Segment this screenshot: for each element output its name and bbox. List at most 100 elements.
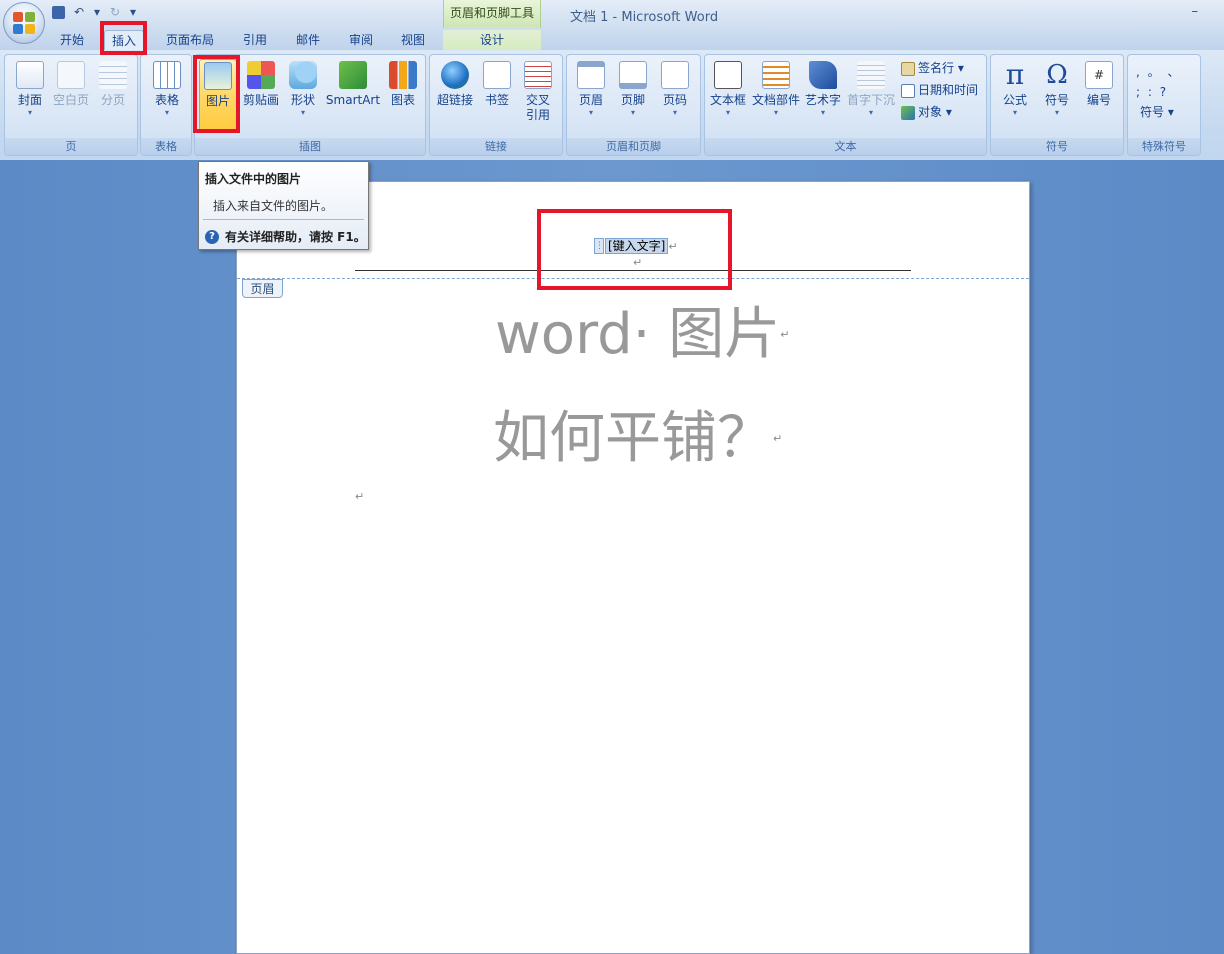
group-symbols: π 公式 ▾ Ω 符号 ▾ # 编号 符号 <box>990 54 1124 156</box>
wordart-label: 艺术字 <box>804 93 841 107</box>
wordart-icon <box>809 61 837 89</box>
quick-parts-label: 文档部件 <box>751 93 800 107</box>
hyperlink-button[interactable]: 超链接 <box>432 59 478 133</box>
tooltip-description: 插入来自文件的图片。 <box>213 199 334 213</box>
table-button[interactable]: 表格 ▾ <box>147 59 187 133</box>
ribbon-tabs: 开始 插入 页面布局 引用 邮件 审阅 视图 设计 <box>0 28 1224 50</box>
object-label: 对象 ▾ <box>918 105 952 119</box>
document-page[interactable]: ⋮ [键入文字] ↵ ↵ 页眉 word· 图片↵ 如何平铺？↵ ↵ <box>236 181 1030 954</box>
symbol-label: 符号 <box>1044 93 1069 107</box>
context-tool-label: 页眉和页脚工具 <box>449 6 534 20</box>
quick-access-toolbar: ↶ ▾ ↻ ▾ <box>52 4 137 20</box>
hyperlink-label: 超链接 <box>436 93 473 107</box>
clipart-button[interactable]: 剪贴画 <box>241 59 281 133</box>
ribbon: 封面 ▾ 空白页 分页 页 表格 ▾ 表格 图片 剪贴画 形状 ▾ SmartA… <box>0 50 1224 160</box>
tab-review[interactable]: 审阅 <box>341 30 381 50</box>
object-button[interactable]: 对象 ▾ <box>901 103 952 121</box>
page-break-button[interactable]: 分页 <box>93 59 133 133</box>
special-symbols-row-2[interactable]: ; : ? <box>1136 83 1168 101</box>
calendar-icon <box>901 83 915 98</box>
tab-design[interactable]: 设计 <box>443 30 541 50</box>
group-header-footer: 页眉 ▾ 页脚 ▾ 页码 ▾ 页眉和页脚 <box>566 54 701 156</box>
page-break-label: 分页 <box>100 93 125 107</box>
chevron-down-icon: ▾ <box>27 108 32 117</box>
number-sign-icon: # <box>1085 61 1113 89</box>
symbol-button[interactable]: Ω 符号 ▾ <box>1037 59 1077 133</box>
text-box-button[interactable]: 文本框 ▾ <box>707 59 749 133</box>
tab-mailings[interactable]: 邮件 <box>288 30 328 50</box>
date-time-button[interactable]: 日期和时间 <box>901 81 978 99</box>
title-line-2-text: 如何平铺？ <box>493 406 773 471</box>
header-label: 页眉 <box>578 93 603 107</box>
group-page: 封面 ▾ 空白页 分页 页 <box>4 54 138 156</box>
footer-button[interactable]: 页脚 ▾ <box>613 59 653 133</box>
tooltip-divider <box>203 219 364 220</box>
omega-icon: Ω <box>1046 60 1068 90</box>
blank-page-label: 空白页 <box>52 93 89 107</box>
object-icon <box>901 105 915 120</box>
highlight-picture-button <box>193 55 240 133</box>
clipart-label: 剪贴画 <box>242 93 279 107</box>
equation-button[interactable]: π 公式 ▾ <box>995 59 1035 133</box>
group-label-links: 链接 <box>430 138 562 155</box>
save-icon[interactable] <box>52 5 65 19</box>
globe-icon <box>441 61 469 89</box>
title-line-1[interactable]: word· 图片↵ <box>495 300 789 370</box>
special-symbols-row-1[interactable]: , 。 、 <box>1136 63 1181 81</box>
page-break-icon <box>99 61 127 89</box>
tab-view[interactable]: 视图 <box>393 30 433 50</box>
cross-reference-label-2: 引用 <box>525 108 550 122</box>
tab-references[interactable]: 引用 <box>235 30 275 50</box>
tooltip-title: 插入文件中的图片 <box>205 172 302 186</box>
redo-icon[interactable]: ↻ <box>107 4 123 20</box>
text-box-icon <box>714 61 742 89</box>
chevron-down-icon: ▾ <box>820 108 825 117</box>
chevron-down-icon: ▾ <box>1012 108 1017 117</box>
shapes-button[interactable]: 形状 ▾ <box>285 59 321 133</box>
chevron-down-icon: ▾ <box>588 108 593 117</box>
title-bar: ↶ ▾ ↻ ▾ 页眉和页脚工具 文档 1 - Microsoft Word – <box>0 0 1224 44</box>
undo-dropdown-icon[interactable]: ▾ <box>93 4 101 20</box>
undo-icon[interactable]: ↶ <box>71 4 87 20</box>
page-number-button[interactable]: 页码 ▾ <box>655 59 695 133</box>
blank-page-icon <box>57 61 85 89</box>
chevron-down-icon: ▾ <box>868 108 873 117</box>
date-time-label: 日期和时间 <box>918 83 979 97</box>
help-icon: ? <box>205 229 219 244</box>
window-title: 文档 1 - Microsoft Word <box>570 10 719 25</box>
clipart-icon <box>247 61 275 89</box>
group-table: 表格 ▾ 表格 <box>140 54 192 156</box>
chart-button[interactable]: 图表 <box>385 59 421 133</box>
group-label-illustrations: 插图 <box>195 138 425 155</box>
customize-qat-icon[interactable]: ▾ <box>129 4 137 20</box>
bookmark-label: 书签 <box>484 93 509 107</box>
office-button[interactable] <box>3 2 45 44</box>
bookmark-icon <box>483 61 511 89</box>
cover-page-label: 封面 <box>17 93 42 107</box>
header-button[interactable]: 页眉 ▾ <box>571 59 611 133</box>
numbering-button[interactable]: # 编号 <box>1079 59 1119 133</box>
blank-page-button[interactable]: 空白页 <box>51 59 91 133</box>
tab-page-layout[interactable]: 页面布局 <box>158 30 222 50</box>
title-line-2[interactable]: 如何平铺？↵ <box>493 404 782 474</box>
header-icon <box>577 61 605 89</box>
pi-icon: π <box>1005 58 1025 91</box>
chevron-down-icon: ▾ <box>773 108 778 117</box>
shapes-label: 形状 <box>290 93 315 107</box>
drop-cap-label: 首字下沉 <box>846 93 895 107</box>
minimize-button[interactable]: – <box>1192 4 1199 19</box>
quick-parts-button[interactable]: 文档部件 ▾ <box>751 59 801 133</box>
smartart-icon <box>339 61 367 89</box>
group-special-symbols: , 。 、 ; : ? 符号 ▾ 特殊符号 <box>1127 54 1201 156</box>
special-symbol-dropdown[interactable]: 符号 ▾ <box>1140 103 1174 121</box>
table-icon <box>153 61 181 89</box>
cross-reference-button[interactable]: 交叉 引用 <box>518 59 558 133</box>
wordart-button[interactable]: 艺术字 ▾ <box>803 59 843 133</box>
tab-home[interactable]: 开始 <box>52 30 92 50</box>
smartart-button[interactable]: SmartArt <box>325 59 381 133</box>
chart-label: 图表 <box>390 93 415 107</box>
bookmark-button[interactable]: 书签 <box>480 59 514 133</box>
drop-cap-button[interactable]: 首字下沉 ▾ <box>845 59 897 133</box>
signature-line-button[interactable]: 签名行 ▾ <box>901 59 964 77</box>
cover-page-button[interactable]: 封面 ▾ <box>10 59 50 133</box>
